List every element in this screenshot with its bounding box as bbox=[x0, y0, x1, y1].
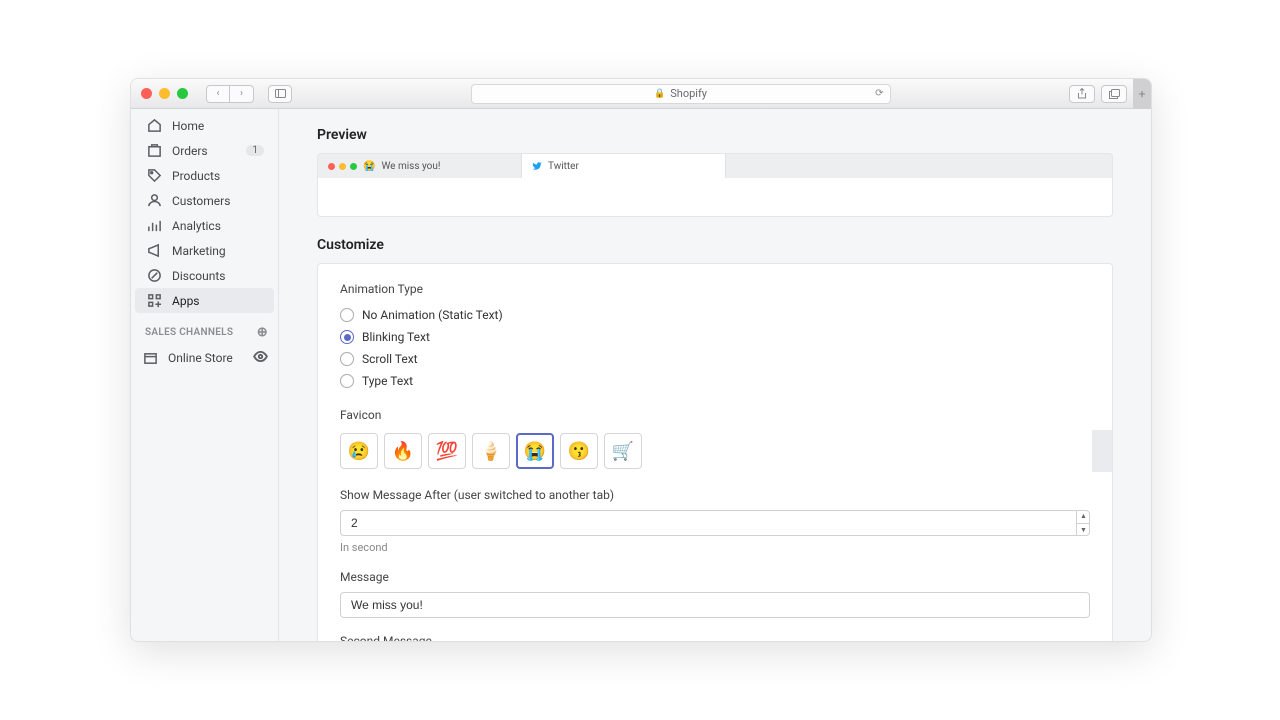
tab-favicon-emoji: 😭 bbox=[363, 161, 375, 172]
delay-helper: In second bbox=[340, 541, 1090, 554]
sidebar-item-label: Home bbox=[172, 119, 204, 133]
favicon-option-fire[interactable]: 🔥 bbox=[384, 433, 422, 469]
radio-icon bbox=[340, 352, 354, 366]
view-store-icon[interactable] bbox=[253, 349, 268, 367]
preview-card: 😭 We miss you! Twitter bbox=[317, 153, 1113, 217]
favicon-option-hundred[interactable]: 💯 bbox=[428, 433, 466, 469]
lock-icon: 🔒 bbox=[654, 89, 665, 99]
tabs-button[interactable] bbox=[1101, 85, 1127, 103]
sidebar-item-label: Marketing bbox=[172, 244, 226, 258]
sidebar-item-label: Customers bbox=[172, 194, 230, 208]
sidebar-item-label: Online Store bbox=[168, 351, 233, 365]
radio-label: Blinking Text bbox=[362, 330, 430, 344]
favicon-option-cry[interactable]: 😢 bbox=[340, 433, 378, 469]
radio-icon bbox=[340, 308, 354, 322]
sidebar-item-apps[interactable]: Apps bbox=[135, 288, 274, 313]
radio-no-animation[interactable]: No Animation (Static Text) bbox=[340, 304, 1090, 326]
titlebar-right: + bbox=[1069, 79, 1141, 109]
preview-tab-twitter[interactable]: Twitter bbox=[522, 154, 726, 178]
megaphone-icon bbox=[147, 243, 162, 258]
radio-scroll[interactable]: Scroll Text bbox=[340, 348, 1090, 370]
new-tab-button[interactable]: + bbox=[1133, 79, 1151, 109]
number-spinner[interactable]: ▲▼ bbox=[1076, 510, 1090, 536]
message-input[interactable] bbox=[340, 592, 1090, 618]
apps-icon bbox=[147, 293, 162, 308]
favicon-options: 😢 🔥 💯 🍦 😭 😗 🛒 bbox=[340, 430, 1090, 472]
delay-input-wrap: ▲▼ bbox=[340, 510, 1090, 536]
sidebar-item-products[interactable]: Products bbox=[135, 163, 274, 188]
delay-input[interactable] bbox=[340, 510, 1090, 536]
discount-icon bbox=[147, 268, 162, 283]
twitter-icon bbox=[532, 161, 542, 171]
preview-tab-message[interactable]: 😭 We miss you! bbox=[318, 154, 522, 178]
customize-card: Animation Type No Animation (Static Text… bbox=[317, 263, 1113, 641]
maximize-icon[interactable] bbox=[177, 88, 188, 99]
radio-icon bbox=[340, 330, 354, 344]
tab-label: We miss you! bbox=[381, 161, 440, 172]
sidebar-item-orders[interactable]: Orders 1 bbox=[135, 138, 274, 163]
preview-title: Preview bbox=[317, 127, 1113, 143]
customize-title: Customize bbox=[317, 237, 1113, 253]
sidebar-item-online-store[interactable]: Online Store bbox=[131, 344, 278, 372]
sidebar-item-analytics[interactable]: Analytics bbox=[135, 213, 274, 238]
second-message-label: Second Message bbox=[340, 634, 1090, 641]
favicon-option-icecream[interactable]: 🍦 bbox=[472, 433, 510, 469]
favicon-option-sob[interactable]: 😭 bbox=[516, 433, 554, 469]
favicon-label: Favicon bbox=[340, 408, 1090, 422]
favicon-option-kiss[interactable]: 😗 bbox=[560, 433, 598, 469]
sidebar-item-home[interactable]: Home bbox=[135, 113, 274, 138]
forward-button[interactable]: › bbox=[230, 85, 254, 103]
sales-channels-header: SALES CHANNELS ⊕ bbox=[131, 313, 278, 344]
share-button[interactable] bbox=[1069, 85, 1095, 103]
address-bar[interactable]: 🔒 Shopify ⟳ bbox=[471, 84, 891, 104]
titlebar: ‹ › 🔒 Shopify ⟳ + bbox=[131, 79, 1151, 109]
radio-blinking[interactable]: Blinking Text bbox=[340, 326, 1090, 348]
radio-icon bbox=[340, 374, 354, 388]
nav-buttons: ‹ › bbox=[206, 85, 254, 103]
store-icon bbox=[143, 351, 158, 366]
close-icon[interactable] bbox=[141, 88, 152, 99]
reload-icon[interactable]: ⟳ bbox=[875, 88, 883, 99]
sidebar-item-label: Analytics bbox=[172, 219, 221, 233]
favicon-option-cart[interactable]: 🛒 bbox=[604, 433, 642, 469]
sidebar-item-label: Apps bbox=[172, 294, 200, 308]
preview-tabbar: 😭 We miss you! Twitter bbox=[318, 154, 1112, 178]
sidebar-item-label: Products bbox=[172, 169, 220, 183]
scrollbar-thumb[interactable] bbox=[1092, 430, 1112, 472]
browser-window: ‹ › 🔒 Shopify ⟳ + Home bbox=[130, 78, 1152, 642]
home-icon bbox=[147, 118, 162, 133]
address-label: Shopify bbox=[670, 87, 707, 100]
sidebar: Home Orders 1 Products Customers Analyti… bbox=[131, 109, 279, 641]
orders-badge: 1 bbox=[246, 145, 264, 156]
preview-traffic-lights bbox=[328, 163, 357, 170]
preview-body bbox=[318, 178, 1112, 216]
traffic-lights[interactable] bbox=[141, 88, 188, 99]
radio-label: No Animation (Static Text) bbox=[362, 308, 503, 322]
window-body: Home Orders 1 Products Customers Analyti… bbox=[131, 109, 1151, 641]
message-label: Message bbox=[340, 570, 1090, 584]
sidebar-item-label: Discounts bbox=[172, 269, 225, 283]
person-icon bbox=[147, 193, 162, 208]
radio-label: Scroll Text bbox=[362, 352, 418, 366]
sidebar-toggle-button[interactable] bbox=[268, 85, 292, 103]
chart-icon bbox=[147, 218, 162, 233]
back-button[interactable]: ‹ bbox=[206, 85, 230, 103]
add-channel-button[interactable]: ⊕ bbox=[257, 325, 268, 340]
tag-icon bbox=[147, 168, 162, 183]
tab-label: Twitter bbox=[548, 161, 579, 172]
sales-channels-label: SALES CHANNELS bbox=[145, 327, 233, 338]
radio-type[interactable]: Type Text bbox=[340, 370, 1090, 392]
orders-icon bbox=[147, 143, 162, 158]
minimize-icon[interactable] bbox=[159, 88, 170, 99]
animation-type-label: Animation Type bbox=[340, 282, 1090, 296]
radio-label: Type Text bbox=[362, 374, 413, 388]
main-content: Preview 😭 We miss you! Twitter bbox=[279, 109, 1151, 641]
sidebar-item-marketing[interactable]: Marketing bbox=[135, 238, 274, 263]
sidebar-item-discounts[interactable]: Discounts bbox=[135, 263, 274, 288]
delay-label: Show Message After (user switched to ano… bbox=[340, 488, 1090, 502]
sidebar-item-label: Orders bbox=[172, 144, 208, 158]
sidebar-item-customers[interactable]: Customers bbox=[135, 188, 274, 213]
